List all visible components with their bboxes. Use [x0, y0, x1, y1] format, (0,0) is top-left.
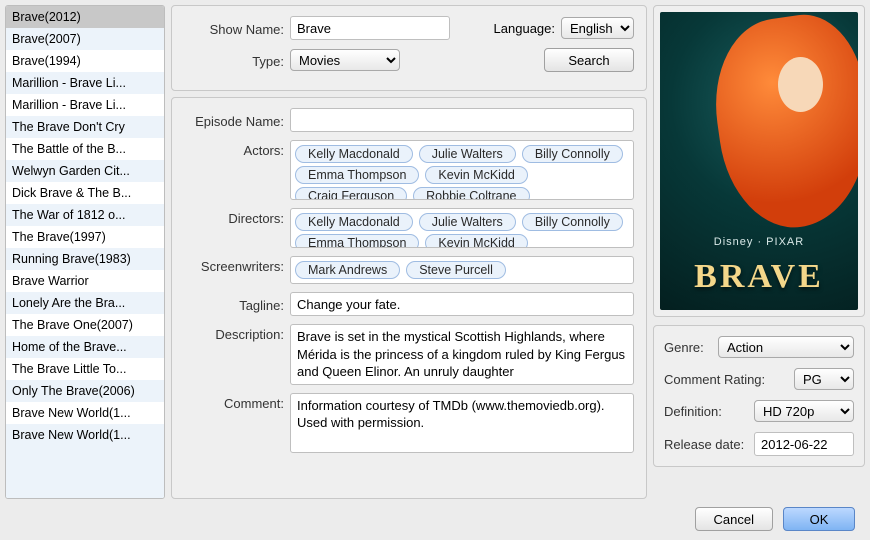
poster-title-text: BRAVE: [660, 258, 858, 296]
list-item[interactable]: Brave Warrior: [6, 270, 164, 292]
details-panel: Episode Name: Actors: Kelly Macdonald Jul…: [171, 97, 647, 499]
actors-label: Actors:: [184, 140, 284, 158]
list-item[interactable]: Marillion - Brave Li...: [6, 72, 164, 94]
person-tag[interactable]: Robbie Coltrane: [413, 187, 529, 200]
list-item[interactable]: The Battle of the B...: [6, 138, 164, 160]
directors-box[interactable]: Kelly Macdonald Julie Walters Billy Connol…: [290, 208, 634, 248]
comment-textarea[interactable]: Information courtesy of TMDb (www.themov…: [290, 393, 634, 454]
list-item[interactable]: Brave New World(1...: [6, 402, 164, 424]
list-item[interactable]: Marillion - Brave Li...: [6, 94, 164, 116]
poster-image: Disney · PIXAR BRAVE: [660, 12, 858, 310]
comment-rating-label: Comment Rating:: [664, 372, 765, 387]
person-tag[interactable]: Kevin McKidd: [425, 166, 527, 184]
person-tag[interactable]: Billy Connolly: [522, 213, 623, 231]
cancel-button[interactable]: Cancel: [695, 507, 773, 531]
language-label: Language:: [494, 21, 555, 36]
person-tag[interactable]: Mark Andrews: [295, 261, 400, 279]
tagline-label: Tagline:: [184, 295, 284, 313]
type-label: Type:: [184, 51, 284, 69]
list-item[interactable]: Brave(1994): [6, 50, 164, 72]
footer: Cancel OK: [5, 499, 865, 535]
language-select[interactable]: English: [561, 17, 634, 39]
person-tag[interactable]: Steve Purcell: [406, 261, 506, 279]
list-item[interactable]: The Brave(1997): [6, 226, 164, 248]
poster-panel: Disney · PIXAR BRAVE: [653, 5, 865, 317]
results-list[interactable]: Brave(2012)Brave(2007)Brave(1994)Marilli…: [5, 5, 165, 499]
show-name-input[interactable]: [290, 16, 450, 40]
list-item[interactable]: Brave(2012): [6, 6, 164, 28]
list-item[interactable]: Lonely Are the Bra...: [6, 292, 164, 314]
definition-label: Definition:: [664, 404, 722, 419]
list-item[interactable]: The Brave One(2007): [6, 314, 164, 336]
person-tag[interactable]: Julie Walters: [419, 213, 516, 231]
actors-box[interactable]: Kelly Macdonald Julie Walters Billy Connol…: [290, 140, 634, 200]
tagline-input[interactable]: [290, 292, 634, 316]
person-tag[interactable]: Julie Walters: [419, 145, 516, 163]
person-tag[interactable]: Kelly Macdonald: [295, 145, 413, 163]
person-tag[interactable]: Emma Thompson: [295, 166, 419, 184]
directors-label: Directors:: [184, 208, 284, 226]
search-button[interactable]: Search: [544, 48, 634, 72]
episode-name-input[interactable]: [290, 108, 634, 132]
episode-name-label: Episode Name:: [184, 111, 284, 129]
release-date-input[interactable]: [754, 432, 854, 456]
genre-label: Genre:: [664, 340, 712, 355]
person-tag[interactable]: Kelly Macdonald: [295, 213, 413, 231]
search-panel: Show Name: Language: English Type: Movie…: [171, 5, 647, 91]
meta-panel: Genre: Action Comment Rating: PG Definit…: [653, 325, 865, 467]
list-item[interactable]: Brave New World(1...: [6, 424, 164, 446]
person-tag[interactable]: Emma Thompson: [295, 234, 419, 248]
type-select[interactable]: Movies: [290, 49, 400, 71]
person-tag[interactable]: Kevin McKidd: [425, 234, 527, 248]
list-item[interactable]: Welwyn Garden Cit...: [6, 160, 164, 182]
person-tag[interactable]: Craig Ferguson: [295, 187, 407, 200]
list-item[interactable]: Home of the Brave...: [6, 336, 164, 358]
genre-select[interactable]: Action: [718, 336, 854, 358]
list-item[interactable]: Running Brave(1983): [6, 248, 164, 270]
list-item[interactable]: The Brave Little To...: [6, 358, 164, 380]
list-item[interactable]: The War of 1812 o...: [6, 204, 164, 226]
screenwriters-label: Screenwriters:: [184, 256, 284, 274]
comment-label: Comment:: [184, 393, 284, 411]
definition-select[interactable]: HD 720p: [754, 400, 854, 422]
comment-rating-select[interactable]: PG: [794, 368, 854, 390]
list-item[interactable]: The Brave Don't Cry: [6, 116, 164, 138]
description-label: Description:: [184, 324, 284, 342]
poster-studio-text: Disney · PIXAR: [660, 236, 858, 248]
person-tag[interactable]: Billy Connolly: [522, 145, 623, 163]
show-name-label: Show Name:: [184, 19, 284, 37]
ok-button[interactable]: OK: [783, 507, 855, 531]
list-item[interactable]: Dick Brave & The B...: [6, 182, 164, 204]
screenwriters-box[interactable]: Mark Andrews Steve Purcell: [290, 256, 634, 284]
description-textarea[interactable]: Brave is set in the mystical Scottish Hi…: [290, 324, 634, 385]
list-item[interactable]: Only The Brave(2006): [6, 380, 164, 402]
list-item[interactable]: Brave(2007): [6, 28, 164, 50]
release-date-label: Release date:: [664, 437, 744, 452]
